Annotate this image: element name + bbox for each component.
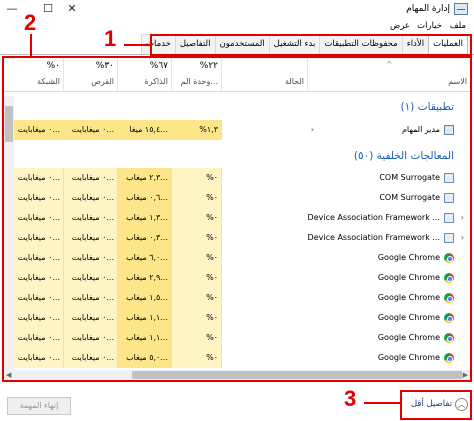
menu-file[interactable]: ملف (450, 21, 466, 31)
title-bar: — ☐ ✕ إدارة المهام (0, 0, 474, 20)
end-task-button[interactable]: إنهاء المهمة (7, 397, 71, 415)
annotation-number-3: 3 (344, 386, 357, 411)
menu-bar: ملف خيارات عرض (0, 20, 474, 34)
annotation-arrow-3 (364, 402, 400, 404)
annotation-number-1: 1 (104, 26, 117, 51)
maximize-button[interactable]: ☐ (38, 0, 58, 18)
close-button[interactable]: ✕ (62, 0, 82, 18)
annotation-number-2: 2 (24, 10, 37, 35)
annotation-box-tabs (150, 34, 472, 56)
annotation-arrow-2 (30, 34, 32, 56)
annotation-box-processes (2, 56, 472, 382)
window-title: إدارة المهام (406, 4, 450, 14)
annotation-arrow-1 (124, 44, 150, 46)
task-manager-icon (454, 3, 468, 15)
menu-view[interactable]: عرض (390, 21, 410, 31)
menu-options[interactable]: خيارات (417, 21, 442, 31)
minimize-button[interactable]: — (2, 0, 22, 18)
annotation-box-fewer-details (400, 390, 472, 420)
